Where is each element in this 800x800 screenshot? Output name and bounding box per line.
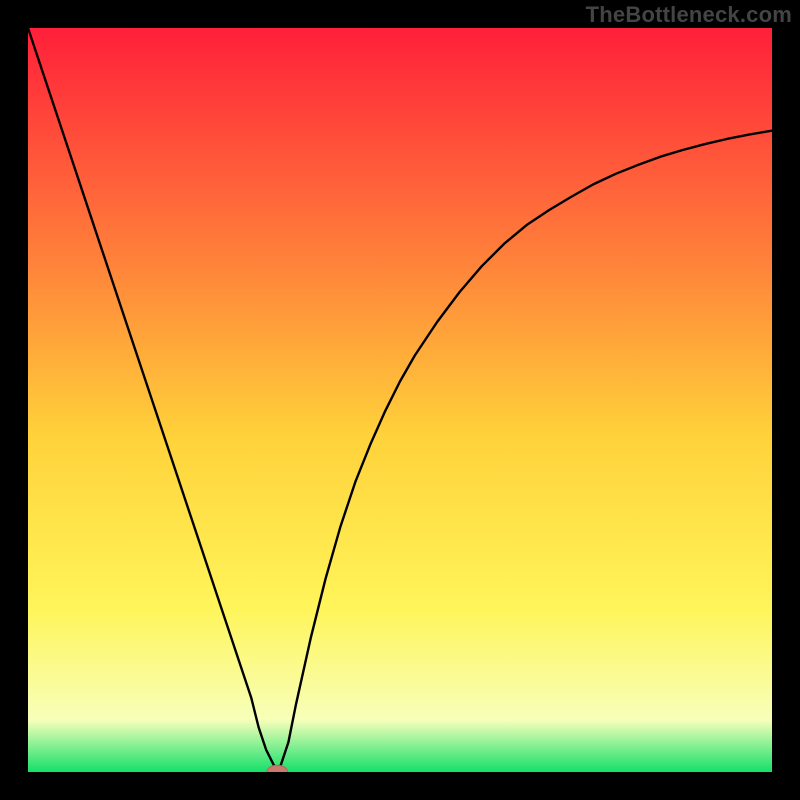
watermark-text: TheBottleneck.com [586,2,792,28]
bottleneck-curve-chart [28,28,772,772]
plot-area [28,28,772,772]
chart-frame: TheBottleneck.com [0,0,800,800]
gradient-background [28,28,772,772]
